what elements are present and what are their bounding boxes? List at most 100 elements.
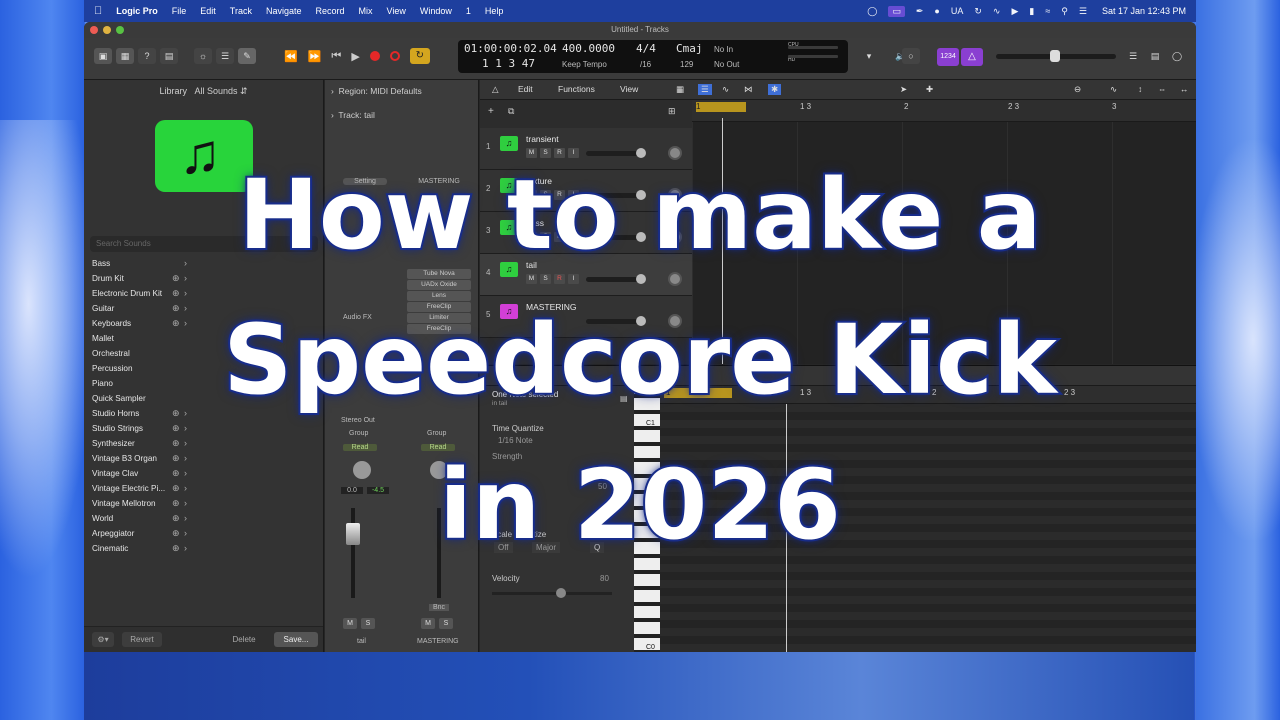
track-volume-slider[interactable]: [586, 274, 646, 284]
stereo-out-label[interactable]: Stereo Out: [341, 417, 375, 424]
add-icon[interactable]: ⊕: [172, 481, 180, 496]
list-item[interactable]: Bass ›: [84, 256, 324, 271]
track-row[interactable]: 5 ♫ MASTERING: [480, 296, 692, 338]
plugin-slot[interactable]: FreeClip: [407, 302, 471, 312]
rewind-icon[interactable]: ⏪: [284, 50, 298, 63]
list-item[interactable]: Arpeggiator ⊕ ›: [84, 526, 324, 541]
capture-record-icon[interactable]: [389, 51, 400, 61]
list-item[interactable]: Vintage B3 Organ ⊕ ›: [84, 451, 324, 466]
track-volume-slider[interactable]: [586, 148, 646, 158]
search-icon[interactable]: ⚲: [1061, 6, 1068, 17]
mixer-icon[interactable]: ☰: [216, 48, 234, 64]
playhead[interactable]: [722, 118, 723, 364]
headphones-icon[interactable]: ◯: [867, 6, 877, 17]
add-icon[interactable]: ⊕: [172, 496, 180, 511]
play-icon[interactable]: ▶: [351, 50, 359, 63]
list-item[interactable]: Keyboards ⊕ ›: [84, 316, 324, 331]
add-icon[interactable]: ⊕: [172, 526, 180, 541]
help-icon[interactable]: ?: [138, 48, 156, 64]
track-name[interactable]: MASTERING: [526, 302, 577, 312]
cycle-icon[interactable]: ↻: [409, 48, 430, 64]
record-enable-button[interactable]: R: [554, 148, 565, 158]
add-icon[interactable]: ⊕: [172, 541, 180, 556]
velocity-knob[interactable]: [556, 588, 566, 598]
scale-major-dropdown[interactable]: Major: [532, 542, 561, 553]
velocity-slider[interactable]: [492, 588, 612, 598]
grid-view-icon[interactable]: ▦: [676, 84, 684, 95]
pointer-tool-icon[interactable]: ➤: [900, 84, 907, 95]
library-icon[interactable]: ▣: [94, 48, 112, 64]
input-monitor-button[interactable]: I: [568, 148, 579, 158]
mute-button[interactable]: M: [421, 618, 435, 629]
add-track-icon[interactable]: +: [488, 106, 494, 117]
smart-controls-icon[interactable]: ☼: [194, 48, 212, 64]
screen-mirror-icon[interactable]: ▭: [888, 5, 905, 17]
volume-knob[interactable]: [636, 190, 646, 200]
track-name[interactable]: bass: [526, 218, 544, 228]
tuner-icon[interactable]: ○: [902, 48, 920, 64]
menu-window[interactable]: Window: [420, 6, 452, 16]
automation-read[interactable]: Read: [421, 444, 455, 451]
input-monitor-button[interactable]: I: [568, 190, 579, 200]
list-item[interactable]: Electronic Drum Kit ⊕ ›: [84, 286, 324, 301]
delete-button[interactable]: Delete: [224, 632, 264, 647]
pan-knob[interactable]: [668, 230, 682, 244]
volume-knob[interactable]: [636, 316, 646, 326]
add-icon[interactable]: ⊕: [172, 466, 180, 481]
pan-knob[interactable]: [668, 314, 682, 328]
duplicate-track-icon[interactable]: ⧉: [508, 106, 514, 117]
apple-icon[interactable]: : [94, 5, 102, 17]
track-inspector[interactable]: › Track: tail: [331, 110, 375, 120]
add-icon[interactable]: ⊕: [172, 301, 180, 316]
track-volume-slider[interactable]: [586, 190, 646, 200]
tracks-view-menu[interactable]: View: [620, 84, 638, 94]
menu-navigate[interactable]: Navigate: [266, 6, 302, 16]
solo-button[interactable]: S: [540, 274, 551, 284]
add-icon[interactable]: ⊕: [172, 271, 180, 286]
track-lanes[interactable]: [692, 122, 1196, 364]
list-editors-icon[interactable]: ☰: [1124, 48, 1142, 64]
go-to-start-icon[interactable]: ⏮: [331, 50, 341, 63]
record-icon[interactable]: [369, 51, 380, 61]
editor-playhead[interactable]: [786, 404, 787, 652]
list-item[interactable]: Vintage Electric Pi... ⊕ ›: [84, 481, 324, 496]
add-icon[interactable]: ⊕: [172, 406, 180, 421]
editor-option-icon[interactable]: ▤: [620, 394, 628, 403]
menu-1[interactable]: 1: [466, 6, 471, 16]
menu-file[interactable]: File: [172, 6, 187, 16]
ua-status[interactable]: UA: [951, 6, 964, 16]
record-enable-button[interactable]: R: [554, 232, 565, 242]
track-name[interactable]: transient: [526, 134, 559, 144]
pan-knob[interactable]: [668, 272, 682, 286]
count-in-button[interactable]: 1234: [937, 48, 959, 66]
list-item[interactable]: Piano: [84, 376, 324, 391]
track-row[interactable]: 1 ♫ transient MSRI: [480, 128, 692, 170]
list-item[interactable]: Quick Sampler: [84, 391, 324, 406]
plugin-slot[interactable]: FreeClip: [407, 324, 471, 334]
play-circle-icon[interactable]: ▶: [1011, 6, 1018, 17]
horizontal-zoom-icon[interactable]: ↔: [1180, 84, 1189, 94]
zoom-icon[interactable]: [116, 26, 124, 34]
record-enable-button[interactable]: R: [554, 274, 565, 284]
add-icon[interactable]: ⊕: [172, 316, 180, 331]
solo-button[interactable]: S: [540, 190, 551, 200]
timeline-ruler[interactable]: 1 1 3 2 2 3 3: [692, 100, 1196, 122]
close-icon[interactable]: [90, 26, 98, 34]
list-item[interactable]: Mallet: [84, 331, 324, 346]
mute-button[interactable]: M: [526, 232, 537, 242]
group-label[interactable]: Group: [427, 430, 446, 437]
quantize-value[interactable]: 1/16 Note: [498, 436, 533, 445]
menu-app-name[interactable]: Logic Pro: [116, 6, 158, 16]
list-item[interactable]: Guitar ⊕ ›: [84, 301, 324, 316]
zoom-minus-icon[interactable]: ⊖: [1074, 84, 1081, 95]
waveform-zoom-icon[interactable]: ∿: [1110, 84, 1117, 95]
region-inspector[interactable]: › Region: MIDI Defaults: [331, 86, 422, 96]
catch-icon[interactable]: ✱: [768, 84, 782, 95]
scale-quantize-button[interactable]: Q: [590, 542, 605, 553]
pen-icon[interactable]: ✒: [916, 6, 924, 17]
wifi-icon[interactable]: ≈: [1045, 6, 1050, 16]
crosshair-tool-icon[interactable]: ✚: [926, 84, 933, 95]
add-icon[interactable]: ⊕: [172, 511, 180, 526]
plugin-slot[interactable]: Lens: [407, 291, 471, 301]
solo-button[interactable]: S: [540, 232, 551, 242]
